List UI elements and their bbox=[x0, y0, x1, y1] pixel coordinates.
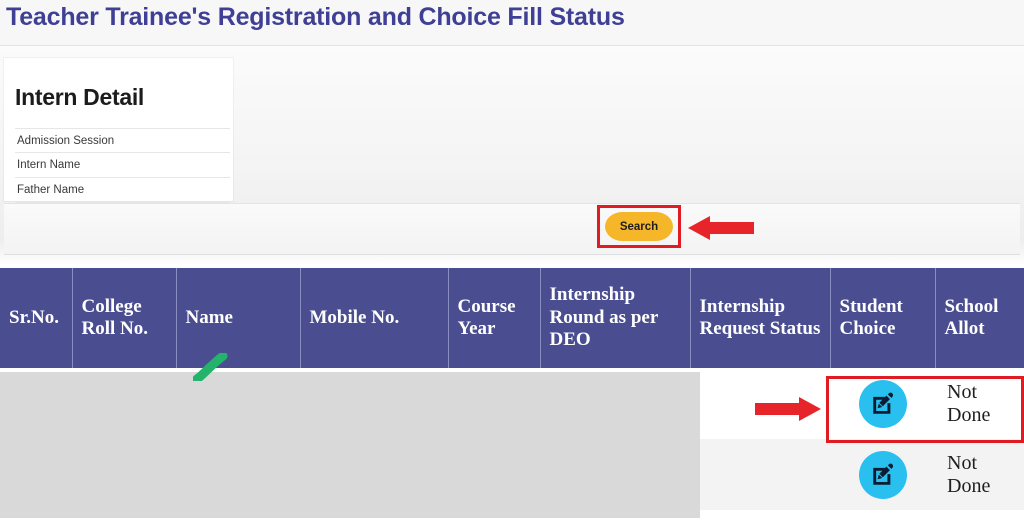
table-header-row: Sr.No. College Roll No. Name Mobile No. … bbox=[0, 268, 1024, 368]
status-badge: Not Done bbox=[947, 452, 991, 497]
col-college-roll-no: College Roll No. bbox=[71, 268, 176, 368]
status-badge: Not Done bbox=[947, 381, 991, 426]
search-action-strip bbox=[4, 204, 1020, 255]
cell-student-choice bbox=[830, 439, 935, 510]
red-arrow-right-icon bbox=[755, 397, 821, 421]
red-arrow-left-icon bbox=[688, 216, 754, 240]
col-internship-round: Internship Round as per DEO bbox=[539, 268, 690, 368]
search-form-region: Intern Detail Admission Session Intern N… bbox=[0, 46, 1024, 266]
edit-pencil-square-icon-button[interactable] bbox=[858, 450, 907, 499]
green-check-mark-annotation bbox=[193, 353, 228, 381]
col-mobile-no: Mobile No. bbox=[299, 268, 448, 368]
col-course-year: Course Year bbox=[447, 268, 540, 368]
field-father-name[interactable]: Father Name bbox=[15, 178, 230, 203]
intern-detail-heading: Intern Detail bbox=[15, 84, 145, 110]
field-intern-name[interactable]: Intern Name bbox=[15, 153, 230, 178]
cell-school-allot: Not Done bbox=[935, 439, 1024, 510]
edit-pencil-square-icon-button[interactable] bbox=[858, 379, 907, 428]
col-school-allot: School Allot bbox=[934, 268, 1024, 368]
col-sr-no: Sr.No. bbox=[0, 268, 72, 368]
edit-pencil-square-icon bbox=[872, 392, 893, 414]
intern-detail-card: Intern Detail Admission Session Intern N… bbox=[4, 58, 233, 203]
page-header-bar: Teacher Trainee's Registration and Choic… bbox=[0, 0, 1024, 46]
edit-pencil-square-icon bbox=[872, 463, 893, 485]
field-admission-session[interactable]: Admission Session bbox=[15, 128, 230, 153]
page-title: Teacher Trainee's Registration and Choic… bbox=[6, 3, 625, 31]
cell-internship-request-status bbox=[690, 439, 830, 510]
col-student-choice: Student Choice bbox=[829, 268, 935, 368]
intern-detail-field-list: Admission Session Intern Name Father Nam… bbox=[15, 128, 230, 203]
cell-student-choice bbox=[830, 368, 935, 439]
redacted-data-overlay bbox=[0, 372, 700, 518]
col-internship-request-status: Internship Request Status bbox=[689, 268, 830, 368]
cell-school-allot: Not Done bbox=[935, 368, 1024, 439]
search-button[interactable]: Search bbox=[605, 212, 673, 241]
